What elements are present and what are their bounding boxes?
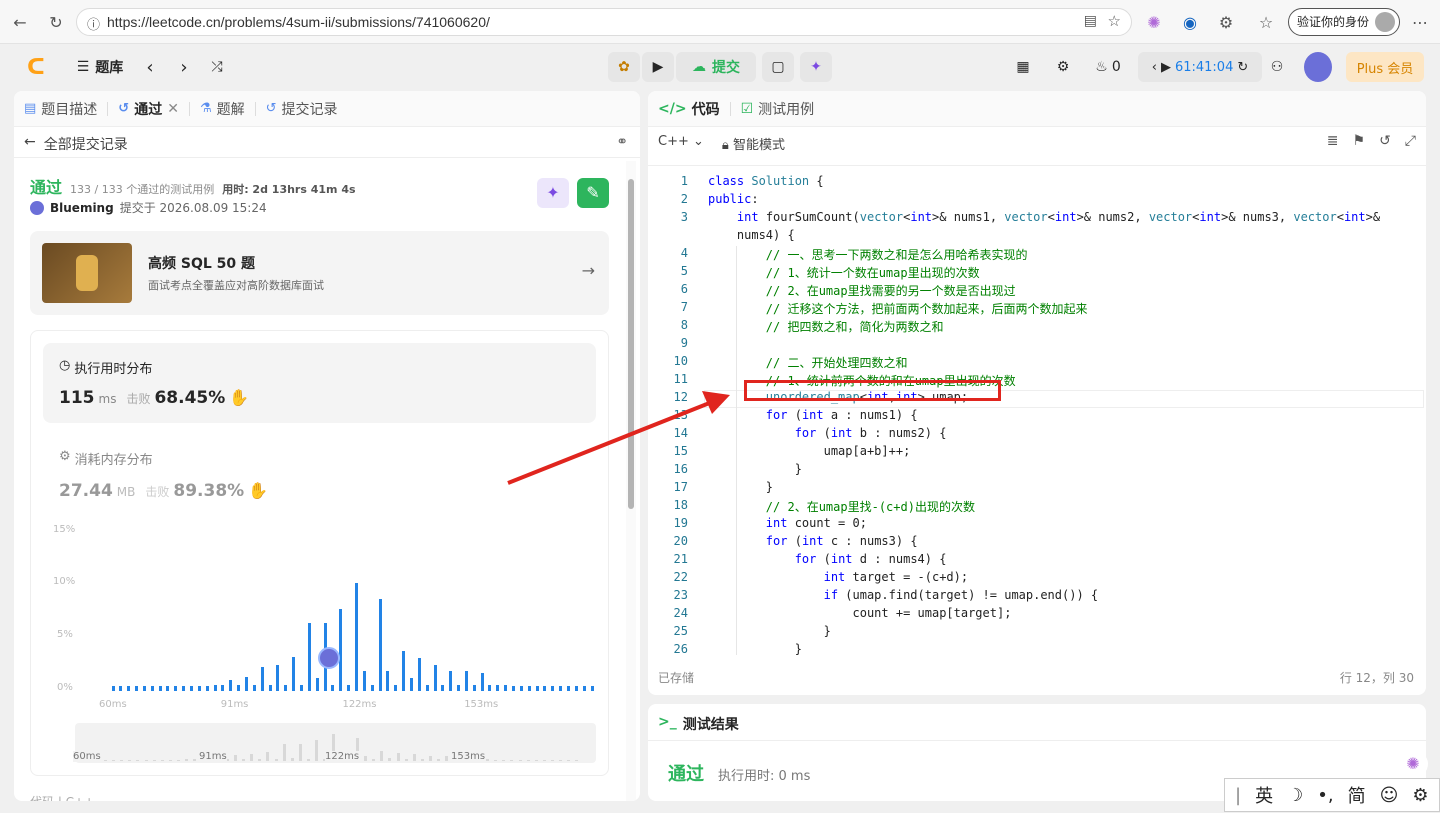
annotation-arrow — [507, 391, 730, 485]
